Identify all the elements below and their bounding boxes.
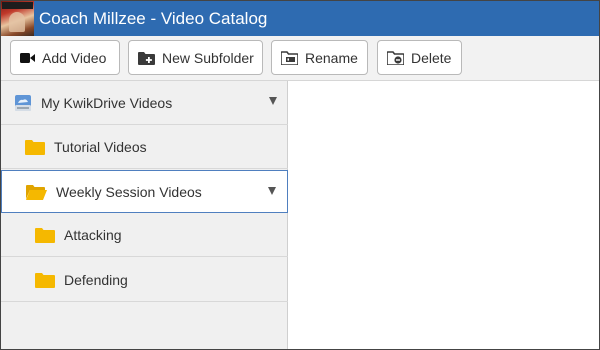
tree-item-label: Attacking [64, 226, 122, 243]
folder-remove-icon [387, 50, 404, 65]
add-video-label: Add Video [42, 49, 107, 66]
new-subfolder-label: New Subfolder [162, 49, 254, 66]
chevron-down-icon[interactable] [269, 97, 277, 105]
app-window: Coach Millzee - Video Catalog Add Video … [0, 0, 600, 350]
tree-root-my-kwikdrive-videos[interactable]: My KwikDrive Videos [1, 81, 288, 125]
tree-item-label: Defending [64, 271, 128, 288]
chevron-down-icon[interactable] [268, 187, 276, 195]
new-subfolder-button[interactable]: New Subfolder [128, 40, 263, 75]
folder-icon [35, 227, 55, 243]
title-bar: Coach Millzee - Video Catalog [1, 1, 599, 36]
folder-rename-icon [281, 50, 298, 65]
folder-plus-icon [138, 51, 155, 65]
tree-item-label: My KwikDrive Videos [41, 94, 173, 111]
delete-button[interactable]: Delete [377, 40, 462, 75]
folder-open-icon [26, 184, 47, 200]
tree-item-label: Weekly Session Videos [56, 183, 202, 200]
window-title: Coach Millzee - Video Catalog [39, 8, 268, 28]
tree-item-weekly-session-videos[interactable]: Weekly Session Videos [1, 170, 288, 213]
folder-tree: My KwikDrive Videos Tutorial Videos Week… [1, 81, 288, 349]
tree-item-tutorial-videos[interactable]: Tutorial Videos [1, 125, 288, 169]
tree-item-defending[interactable]: Defending [1, 258, 288, 302]
add-video-button[interactable]: Add Video [10, 40, 120, 75]
video-camera-icon [20, 52, 35, 63]
folder-icon [35, 272, 55, 288]
drive-icon [15, 94, 31, 111]
rename-label: Rename [305, 49, 358, 66]
tree-item-label: Tutorial Videos [54, 138, 147, 155]
toolbar: Add Video New Subfolder Rename Delete [1, 36, 599, 81]
delete-label: Delete [411, 49, 452, 66]
tree-item-attacking[interactable]: Attacking [1, 213, 288, 257]
content-pane [289, 81, 599, 349]
app-logo [1, 1, 34, 36]
folder-icon [25, 139, 45, 155]
rename-button[interactable]: Rename [271, 40, 368, 75]
